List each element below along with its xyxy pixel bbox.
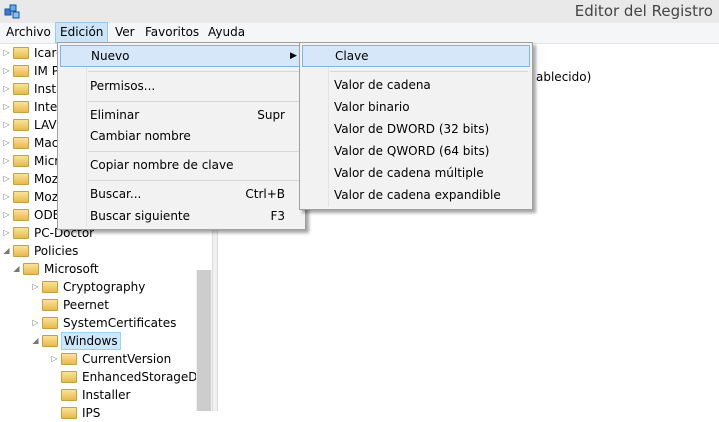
folder-icon [13, 119, 29, 131]
tree-scrollbar[interactable] [196, 270, 212, 411]
expand-icon[interactable]: ▷ [2, 206, 11, 224]
folder-icon [13, 245, 29, 257]
folder-icon [61, 353, 77, 365]
menu-ayuda[interactable]: Ayuda [204, 23, 249, 42]
expand-icon[interactable]: ▷ [31, 314, 40, 332]
folder-icon [13, 155, 29, 167]
submenu-item-valor-binario[interactable]: Valor binario [302, 96, 530, 118]
window-title: Editor del Registro [574, 2, 713, 20]
folder-icon [13, 191, 29, 203]
tree-item[interactable]: ▷ Mozi [2, 170, 63, 188]
tree-item[interactable]: ▷ Intel [2, 98, 63, 116]
folder-icon [13, 101, 29, 113]
menu-separator [88, 101, 301, 102]
tree-item[interactable]: EnhancedStorageDev [50, 368, 214, 386]
menu-item-copiar-nombre[interactable]: Copiar nombre de clave [60, 154, 303, 176]
expand-icon[interactable]: ▷ [2, 98, 11, 116]
value-data-cell: ablecido) [536, 70, 592, 84]
menu-item-cambiar-nombre[interactable]: Cambiar nombre [60, 125, 303, 147]
submenu-item-clave[interactable]: Clave [302, 45, 530, 67]
menu-bar: Archivo Edición Ver Favoritos Ayuda [0, 22, 719, 44]
tree-item[interactable]: ◢ Policies [2, 242, 80, 260]
expand-icon[interactable]: ▷ [2, 116, 11, 134]
new-submenu-dropdown: Clave Valor de cadena Valor binario Valo… [299, 42, 533, 210]
submenu-item-valor-expandible[interactable]: Valor de cadena expandible [302, 184, 530, 206]
collapse-icon[interactable]: ◢ [31, 332, 40, 350]
tree-item[interactable]: IPS [50, 404, 102, 422]
folder-icon [42, 335, 58, 347]
tree-item[interactable]: ▷ Insta [2, 80, 65, 98]
folder-icon [23, 263, 39, 275]
folder-icon [61, 371, 77, 383]
menu-separator [88, 180, 301, 181]
tree-item-selected[interactable]: ◢ Windows [31, 332, 121, 350]
expand-icon[interactable]: ▷ [2, 134, 11, 152]
registry-editor-icon [4, 4, 20, 19]
menu-favoritos[interactable]: Favoritos [141, 23, 203, 42]
menu-separator [88, 151, 301, 152]
expand-icon[interactable]: ▷ [31, 278, 40, 296]
expand-icon[interactable]: ▷ [2, 80, 11, 98]
folder-icon [61, 389, 77, 401]
folder-icon [13, 137, 29, 149]
menu-separator [88, 71, 301, 72]
tree-item[interactable]: ▷ Cryptography [31, 278, 147, 296]
folder-icon [42, 317, 58, 329]
expand-icon[interactable]: ▷ [2, 170, 11, 188]
folder-icon [13, 173, 29, 185]
title-bar: Editor del Registro [0, 0, 719, 23]
tree-item[interactable]: ▷ Mozi [2, 188, 63, 206]
folder-icon [13, 209, 29, 221]
menu-archivo[interactable]: Archivo [2, 23, 55, 42]
folder-icon [13, 65, 29, 77]
menu-item-buscar[interactable]: Buscar... Ctrl+B [60, 183, 303, 205]
menu-item-nuevo[interactable]: Nuevo ▶ [60, 45, 303, 67]
folder-icon [61, 407, 77, 419]
collapse-icon[interactable]: ◢ [2, 242, 11, 260]
submenu-item-valor-cadena[interactable]: Valor de cadena [302, 74, 530, 96]
expand-icon[interactable]: ▷ [50, 350, 59, 368]
submenu-item-valor-multiple[interactable]: Valor de cadena múltiple [302, 162, 530, 184]
menu-item-buscar-siguiente[interactable]: Buscar siguiente F3 [60, 205, 303, 227]
menu-item-permisos[interactable]: Permisos... [60, 75, 303, 97]
folder-icon [42, 281, 58, 293]
expand-icon[interactable]: ▷ [2, 152, 11, 170]
expand-icon[interactable]: ▷ [2, 44, 11, 62]
expand-icon[interactable]: ▷ [2, 224, 11, 242]
menu-edicion[interactable]: Edición [55, 22, 109, 43]
menu-ver[interactable]: Ver [111, 23, 139, 42]
expand-icon[interactable]: ▷ [2, 62, 11, 80]
folder-icon [13, 83, 29, 95]
scrollbar-thumb[interactable] [197, 270, 211, 411]
tree-item[interactable]: ▷ SystemCertificates [31, 314, 178, 332]
tree-item[interactable]: ▷ Macr [2, 134, 65, 152]
tree-item[interactable]: Peernet [31, 296, 111, 314]
folder-icon [13, 47, 29, 59]
tree-item[interactable]: ◢ Microsoft [12, 260, 101, 278]
menu-separator [330, 71, 528, 72]
submenu-item-valor-qword[interactable]: Valor de QWORD (64 bits) [302, 140, 530, 162]
tree-item[interactable]: Installer [50, 386, 132, 404]
submenu-arrow-icon: ▶ [290, 51, 297, 61]
collapse-icon[interactable]: ◢ [12, 260, 21, 278]
submenu-item-valor-dword[interactable]: Valor de DWORD (32 bits) [302, 118, 530, 140]
menu-item-eliminar[interactable]: Eliminar Supr [60, 104, 303, 126]
edit-menu-dropdown: Nuevo ▶ Permisos... Eliminar Supr Cambia… [57, 42, 306, 230]
expand-icon[interactable]: ▷ [2, 188, 11, 206]
tree-item[interactable]: ▷ CurrentVersion [50, 350, 173, 368]
folder-icon [13, 227, 29, 239]
tree-item[interactable]: ▷ Icaro [2, 44, 66, 62]
folder-icon [42, 299, 58, 311]
tree-item[interactable]: ▷ Micr [2, 152, 61, 170]
